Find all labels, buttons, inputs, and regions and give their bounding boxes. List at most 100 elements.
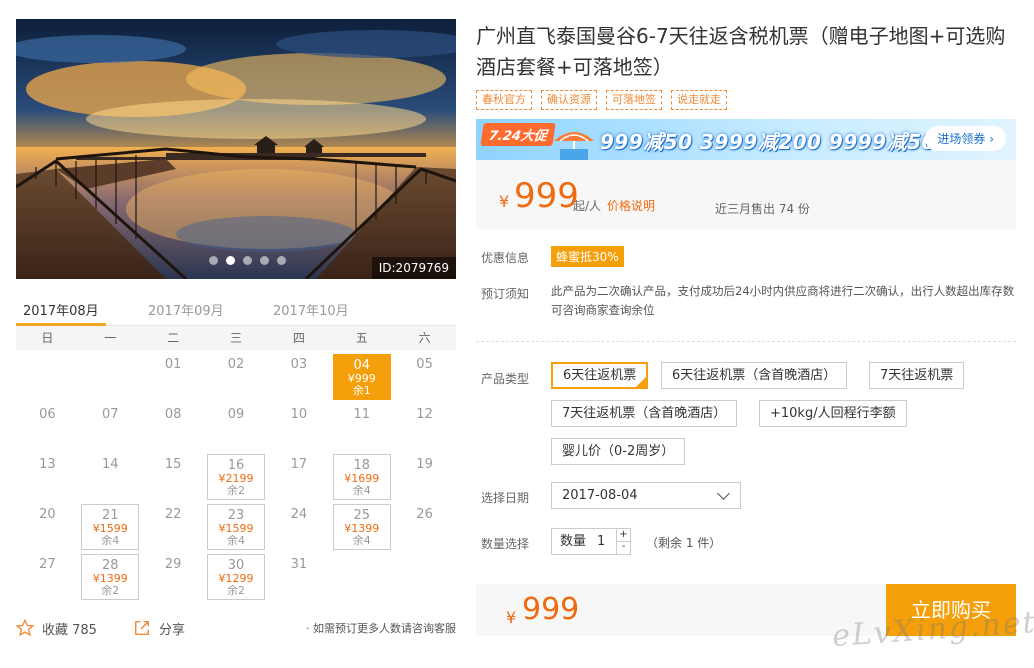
- quantity-input[interactable]: 1: [597, 529, 605, 554]
- month-tabs: 2017年08月 2017年09月 2017年10月: [16, 292, 456, 326]
- weekday-label: 二: [167, 331, 180, 345]
- calendar-cell: [330, 554, 393, 604]
- day-number: 28: [102, 558, 119, 573]
- calendar-cell: 08: [142, 404, 205, 454]
- currency-symbol: ¥: [506, 608, 517, 627]
- customer-service-note[interactable]: · 如需预订更多人数请咨询客服: [306, 620, 456, 636]
- share-button[interactable]: 分享: [133, 619, 185, 638]
- calendar-day: 05: [396, 354, 454, 400]
- option-6day-flight-hotel[interactable]: 6天往返机票（含首晚酒店）: [661, 362, 848, 389]
- carousel-dot[interactable]: [243, 256, 252, 265]
- calendar-cell: 12: [393, 404, 456, 454]
- option-7day-flight-hotel[interactable]: 7天往返机票（含首晚酒店）: [551, 400, 738, 427]
- calendar-day[interactable]: 21 ¥1599 余4: [81, 504, 140, 550]
- day-remaining: 余2: [227, 484, 245, 497]
- calendar-cell: 22: [142, 504, 205, 554]
- price-explain-link[interactable]: 价格说明: [607, 197, 655, 214]
- calendar-cell: 19: [393, 454, 456, 504]
- calendar-cell: 31: [267, 554, 330, 604]
- favorite-button[interactable]: 收藏 785: [16, 619, 97, 638]
- day-number: 13: [39, 457, 56, 472]
- hero-image[interactable]: ID:2079769: [16, 19, 456, 279]
- calendar-day[interactable]: 25 ¥1399 余4: [332, 504, 391, 550]
- carousel-dot[interactable]: [260, 256, 269, 265]
- day-number: 22: [164, 507, 182, 522]
- day-number: 12: [416, 407, 433, 422]
- calendar-day: 07: [81, 404, 139, 450]
- calendar-day[interactable]: 28 ¥1399 余2: [81, 554, 140, 600]
- calendar-day[interactable]: 16 ¥2199 余2: [207, 454, 265, 500]
- calendar-cell: 07: [79, 404, 142, 454]
- calendar-cell: 16 ¥2199 余2: [205, 454, 268, 504]
- option-extra-baggage[interactable]: +10kg/人回程行李额: [759, 400, 907, 427]
- get-coupon-button[interactable]: 进场领券 ›: [925, 126, 1006, 151]
- day-number: 06: [39, 407, 56, 422]
- day-number: 17: [290, 457, 308, 472]
- calendar-day: 22: [144, 504, 202, 550]
- calendar-cell: 01: [142, 354, 205, 404]
- calendar-cell: 09: [205, 404, 268, 454]
- day-number: 21: [102, 508, 119, 523]
- boardwalk-sunset-photo: [16, 19, 456, 279]
- calendar-day: 12: [396, 404, 454, 450]
- calendar-day[interactable]: 23 ¥1599 余4: [207, 504, 265, 550]
- day-number: 04: [353, 358, 370, 373]
- day-number: 18: [353, 458, 370, 473]
- day-number: 05: [416, 357, 433, 372]
- day-number: 07: [102, 407, 119, 422]
- calendar-day: 08: [144, 404, 202, 450]
- calendar-week: 20 21 ¥1599 余4 22 23 ¥1599 余4 24 25 ¥1399 余4 26: [16, 504, 456, 554]
- calendar-cell: [79, 354, 142, 404]
- calendar-day[interactable]: 18 ¥1699 余4: [332, 454, 391, 500]
- calendar-cell: 13: [16, 454, 79, 504]
- calendar-cell: 14: [79, 454, 142, 504]
- option-6day-flight[interactable]: 6天往返机票: [551, 362, 649, 389]
- decrement-button[interactable]: -: [616, 541, 630, 554]
- option-7day-flight[interactable]: 7天往返机票: [869, 362, 965, 389]
- currency-symbol: ¥: [499, 192, 510, 211]
- calendar-day-selected[interactable]: 04 ¥999 余1: [332, 354, 391, 400]
- star-icon: [16, 619, 34, 637]
- notice-label: 预订须知: [481, 287, 530, 301]
- calendar-day: 31: [270, 554, 328, 600]
- calendar-week: 13 14 15 16 ¥2199 余2 17 18 ¥1699 余4 19: [16, 454, 456, 504]
- calendar-cell: 06: [16, 404, 79, 454]
- calendar-cell: 04 ¥999 余1: [330, 354, 393, 404]
- tab-month-oct[interactable]: 2017年10月: [273, 300, 349, 319]
- day-number: 02: [227, 357, 245, 372]
- calendar-cell: [393, 554, 456, 604]
- calendar-day: 02: [207, 354, 265, 400]
- carousel-dots: [209, 256, 286, 265]
- quantity-prefix: 数量: [560, 534, 587, 549]
- calendar-day: 27: [18, 554, 76, 600]
- date-select[interactable]: 2017-08-04: [551, 482, 741, 509]
- calendar-day: 29: [144, 554, 202, 600]
- day-number: 15: [164, 457, 182, 472]
- calendar-day: 01: [144, 354, 202, 400]
- day-number: 27: [39, 557, 56, 572]
- weekday-label: 四: [292, 331, 305, 345]
- calendar-cell: 28 ¥1399 余2: [79, 554, 142, 604]
- weekday-header: 日 一 二 三 四 五 六: [16, 326, 456, 350]
- honey-discount-badge: 蜂蜜抵30%: [551, 246, 624, 267]
- calendar-cell: 26: [393, 504, 456, 554]
- calendar-day[interactable]: 30 ¥1299 余2: [207, 554, 265, 600]
- calendar-day: 03: [270, 354, 328, 400]
- day-number: 26: [416, 507, 433, 522]
- calendar-day: 09: [207, 404, 265, 450]
- calendar-day: 26: [396, 504, 454, 550]
- share-icon: [134, 620, 149, 636]
- day-remaining: 余4: [352, 484, 371, 497]
- remaining-stock: （剩余 1 件）: [646, 536, 722, 550]
- carousel-dot[interactable]: [209, 256, 218, 265]
- weekday-label: 三: [230, 331, 243, 345]
- day-number: 25: [353, 508, 370, 523]
- calendar-cell: 17: [267, 454, 330, 504]
- calendar-day: 17: [270, 454, 328, 500]
- option-infant-price[interactable]: 婴儿价（0-2周岁）: [551, 438, 686, 465]
- carousel-dot-active[interactable]: [226, 256, 235, 265]
- promo-banner[interactable]: 7.24大促 999减50 3999减200 9999减500 进场领券 ›: [476, 119, 1016, 160]
- tab-month-sep[interactable]: 2017年09月: [148, 300, 224, 319]
- carousel-dot[interactable]: [277, 256, 286, 265]
- tab-month-aug[interactable]: 2017年08月: [23, 300, 99, 319]
